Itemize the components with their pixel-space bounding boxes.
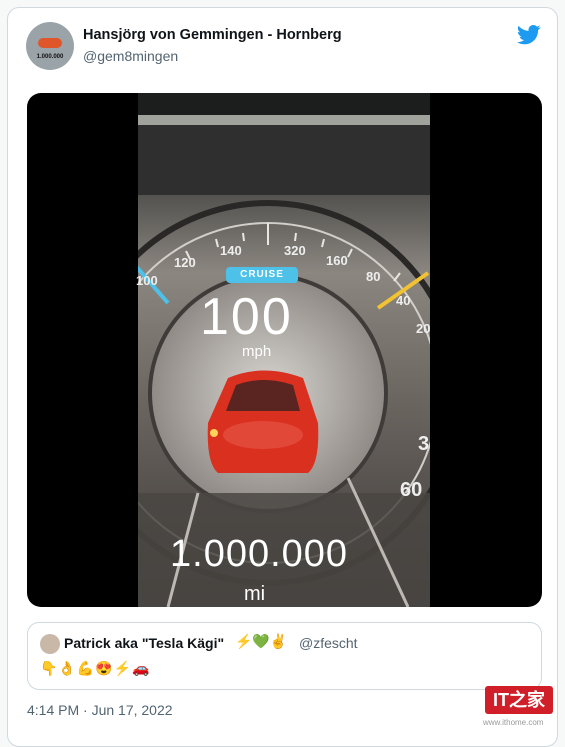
author-handle[interactable]: @gem8mingen [83, 48, 178, 64]
odometer-readout: 1.000.000 [170, 533, 349, 575]
avatar-plate-text: 1.000.000 [36, 54, 64, 60]
quoted-avatar[interactable] [40, 634, 60, 654]
tweet-card: 1.000.000 Hansjörg von Gemmingen - Hornb… [7, 7, 558, 747]
tick-label-60: 60 [400, 479, 423, 501]
tweet-video[interactable]: 100 120 140 320 160 80 40 20 3 60 CRUISE… [27, 93, 542, 607]
tick-label-140: 140 [220, 243, 242, 258]
cruise-badge: CRUISE [226, 267, 298, 283]
avatar[interactable]: 1.000.000 [26, 22, 74, 70]
ithome-watermark: IT之家 www.ithome.com [479, 676, 563, 732]
ithome-logo: IT之家 [485, 686, 553, 714]
gauge-labels: 100 120 140 320 160 80 40 20 3 60 CRUISE… [136, 93, 431, 607]
avatar-car-image [38, 38, 62, 48]
quoted-author-name[interactable]: Patrick aka "Tesla Kägi" [64, 635, 224, 651]
speed-unit: mph [242, 343, 272, 360]
ithome-url: www.ithome.com [483, 718, 544, 727]
quoted-tweet-text: 👇👌💪😍⚡🚗 [40, 660, 151, 676]
tick-label-80: 80 [366, 269, 381, 284]
author-name[interactable]: Hansjörg von Gemmingen - Hornberg [83, 27, 342, 43]
quoted-tweet[interactable]: Patrick aka "Tesla Kägi" ⚡💚✌️ @zfescht 👇… [27, 622, 542, 690]
tick-label-40: 40 [396, 293, 411, 308]
twitter-bird-icon[interactable] [517, 25, 541, 45]
tick-label-20: 20 [416, 321, 431, 336]
tick-label-3: 3 [418, 433, 430, 455]
odometer-unit: mi [244, 583, 266, 605]
tick-label-160: 160 [326, 253, 348, 268]
tick-label-100: 100 [136, 273, 158, 288]
tick-label-120: 120 [174, 255, 196, 270]
speed-readout: 100 [200, 288, 293, 346]
tweet-timestamp[interactable]: 4:14 PM · Jun 17, 2022 [27, 702, 173, 718]
quoted-author-handle[interactable]: @zfescht [299, 635, 358, 651]
tick-label-320: 320 [284, 243, 306, 258]
quoted-name-emoji: ⚡💚✌️ [235, 633, 288, 649]
